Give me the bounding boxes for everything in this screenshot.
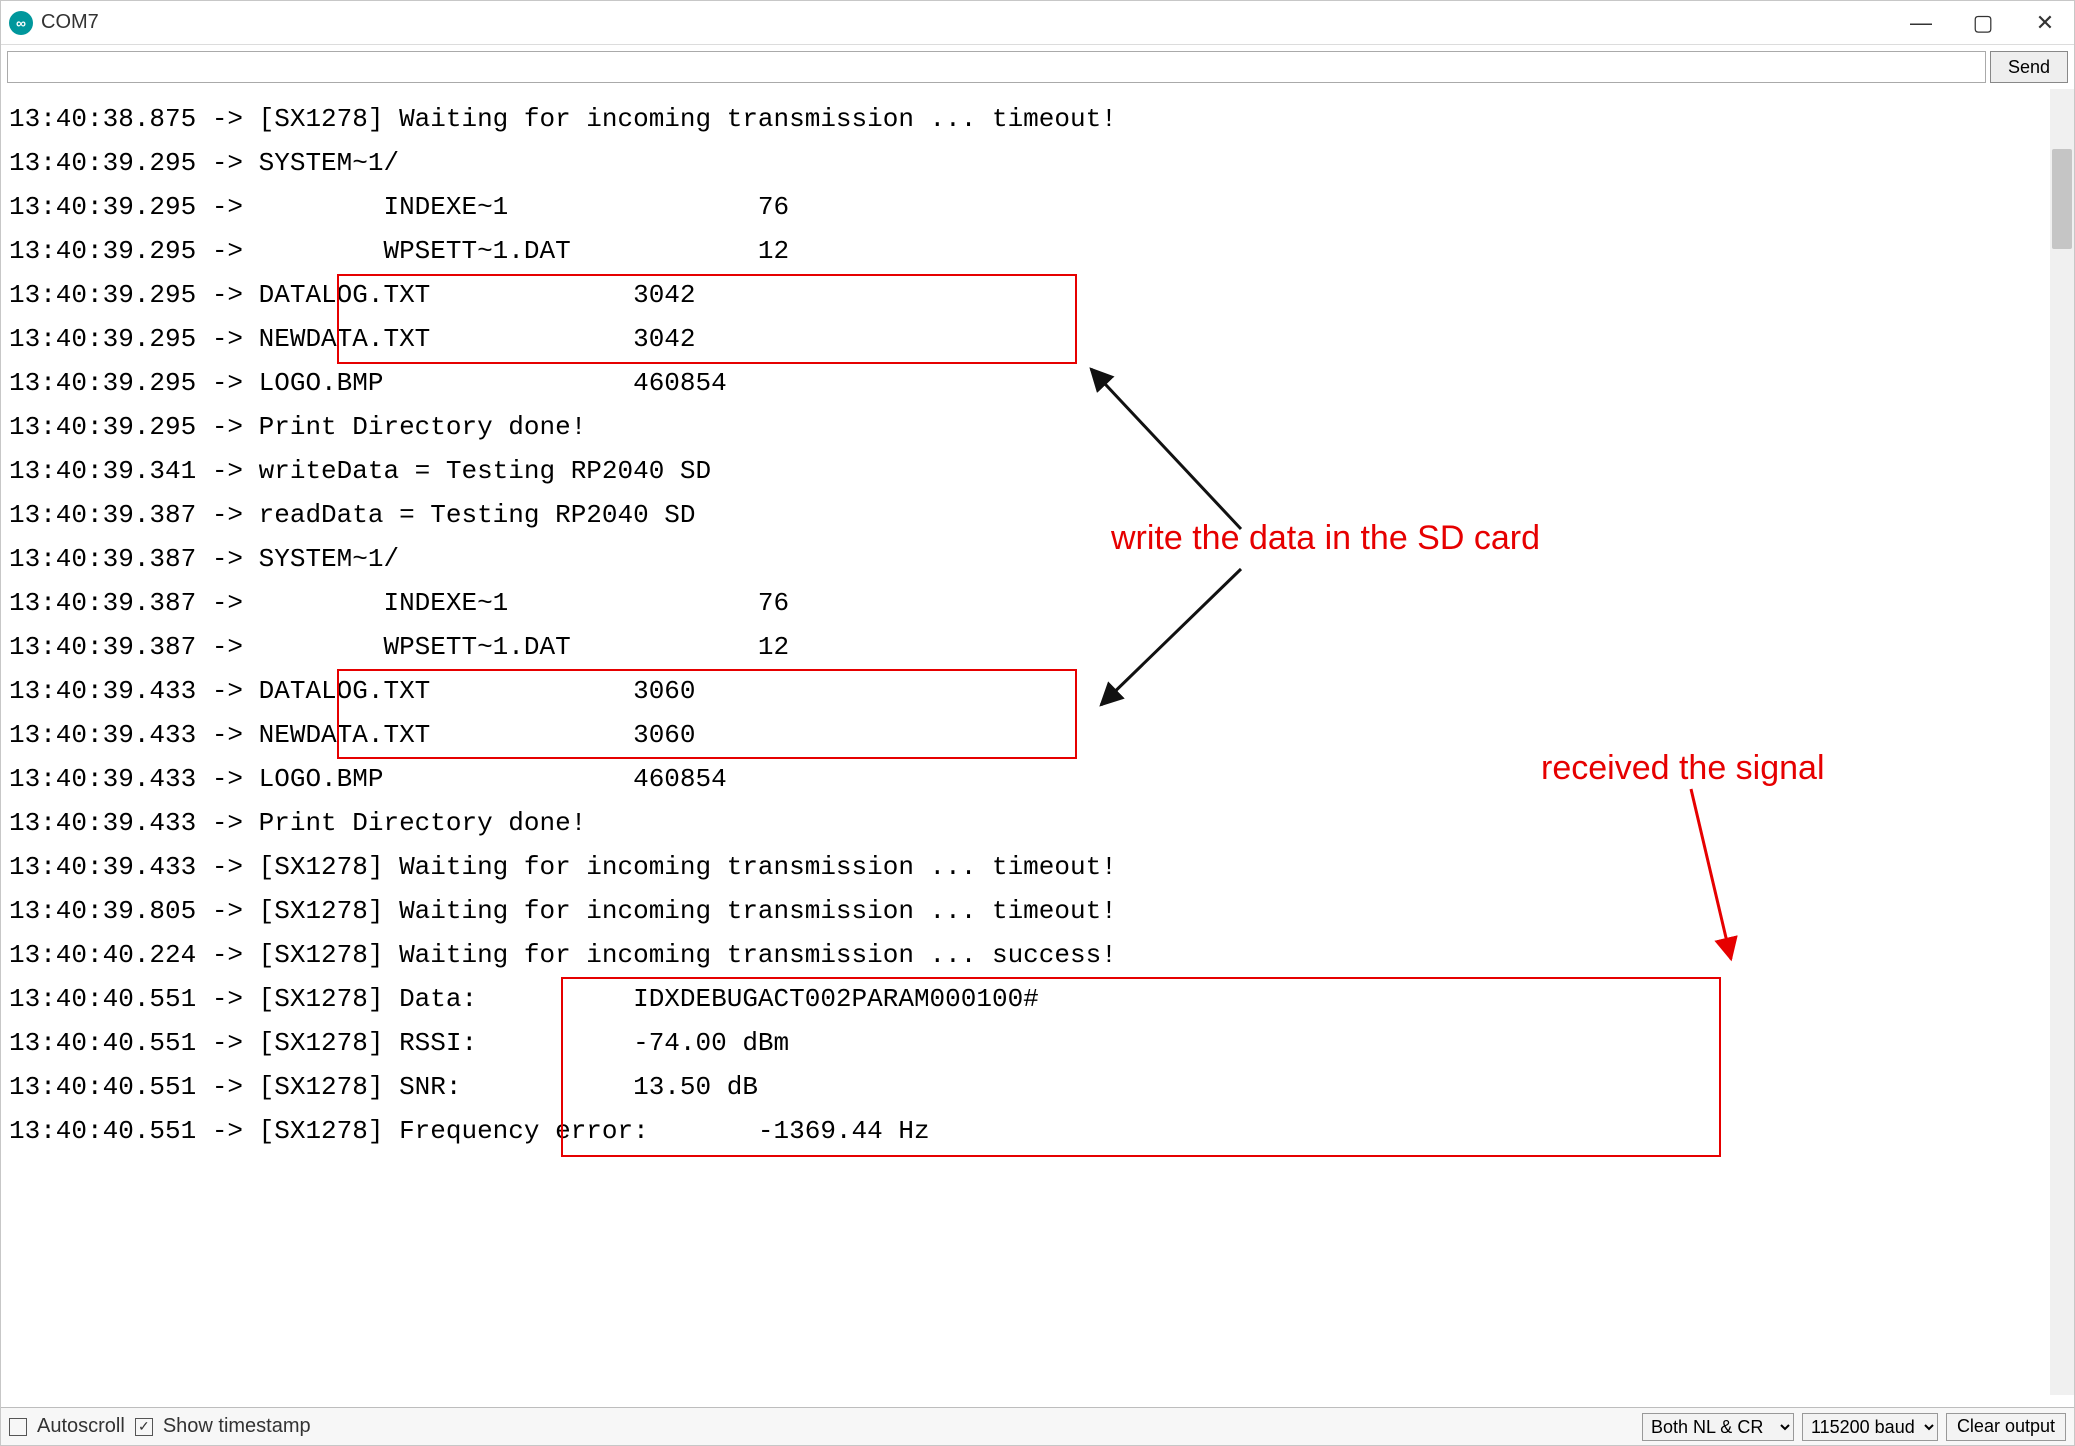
close-icon[interactable]: ✕ — [2032, 10, 2058, 36]
serial-input[interactable] — [7, 51, 1986, 83]
maximize-icon[interactable]: ▢ — [1970, 10, 1996, 36]
send-row: Send — [1, 45, 2074, 89]
console-area: 13:40:38.875 -> [SX1278] Waiting for inc… — [1, 89, 2074, 1395]
autoscroll-label: Autoscroll — [37, 1415, 125, 1438]
baud-select[interactable]: 9600 baud57600 baud115200 baud250000 bau… — [1802, 1413, 1938, 1441]
minimize-icon[interactable]: — — [1908, 10, 1934, 36]
scrollbar-thumb[interactable] — [2052, 149, 2072, 249]
status-bar: Autoscroll ✓ Show timestamp No line endi… — [1, 1407, 2074, 1445]
arduino-app-icon: ∞ — [9, 11, 33, 35]
console-text: 13:40:38.875 -> [SX1278] Waiting for inc… — [1, 89, 2050, 1395]
autoscroll-checkbox[interactable] — [9, 1418, 27, 1436]
window-title: COM7 — [41, 11, 1908, 34]
titlebar: ∞ COM7 — ▢ ✕ — [1, 1, 2074, 45]
show-timestamp-label: Show timestamp — [163, 1415, 311, 1438]
window-controls: — ▢ ✕ — [1908, 10, 2066, 36]
serial-monitor-window: ∞ COM7 — ▢ ✕ Send 13:40:38.875 -> [SX127… — [0, 0, 2075, 1446]
show-timestamp-checkbox[interactable]: ✓ — [135, 1418, 153, 1436]
clear-output-button[interactable]: Clear output — [1946, 1413, 2066, 1441]
vertical-scrollbar[interactable] — [2050, 89, 2074, 1395]
send-button[interactable]: Send — [1990, 51, 2068, 83]
line-ending-select[interactable]: No line endingNewlineCarriage returnBoth… — [1642, 1413, 1794, 1441]
